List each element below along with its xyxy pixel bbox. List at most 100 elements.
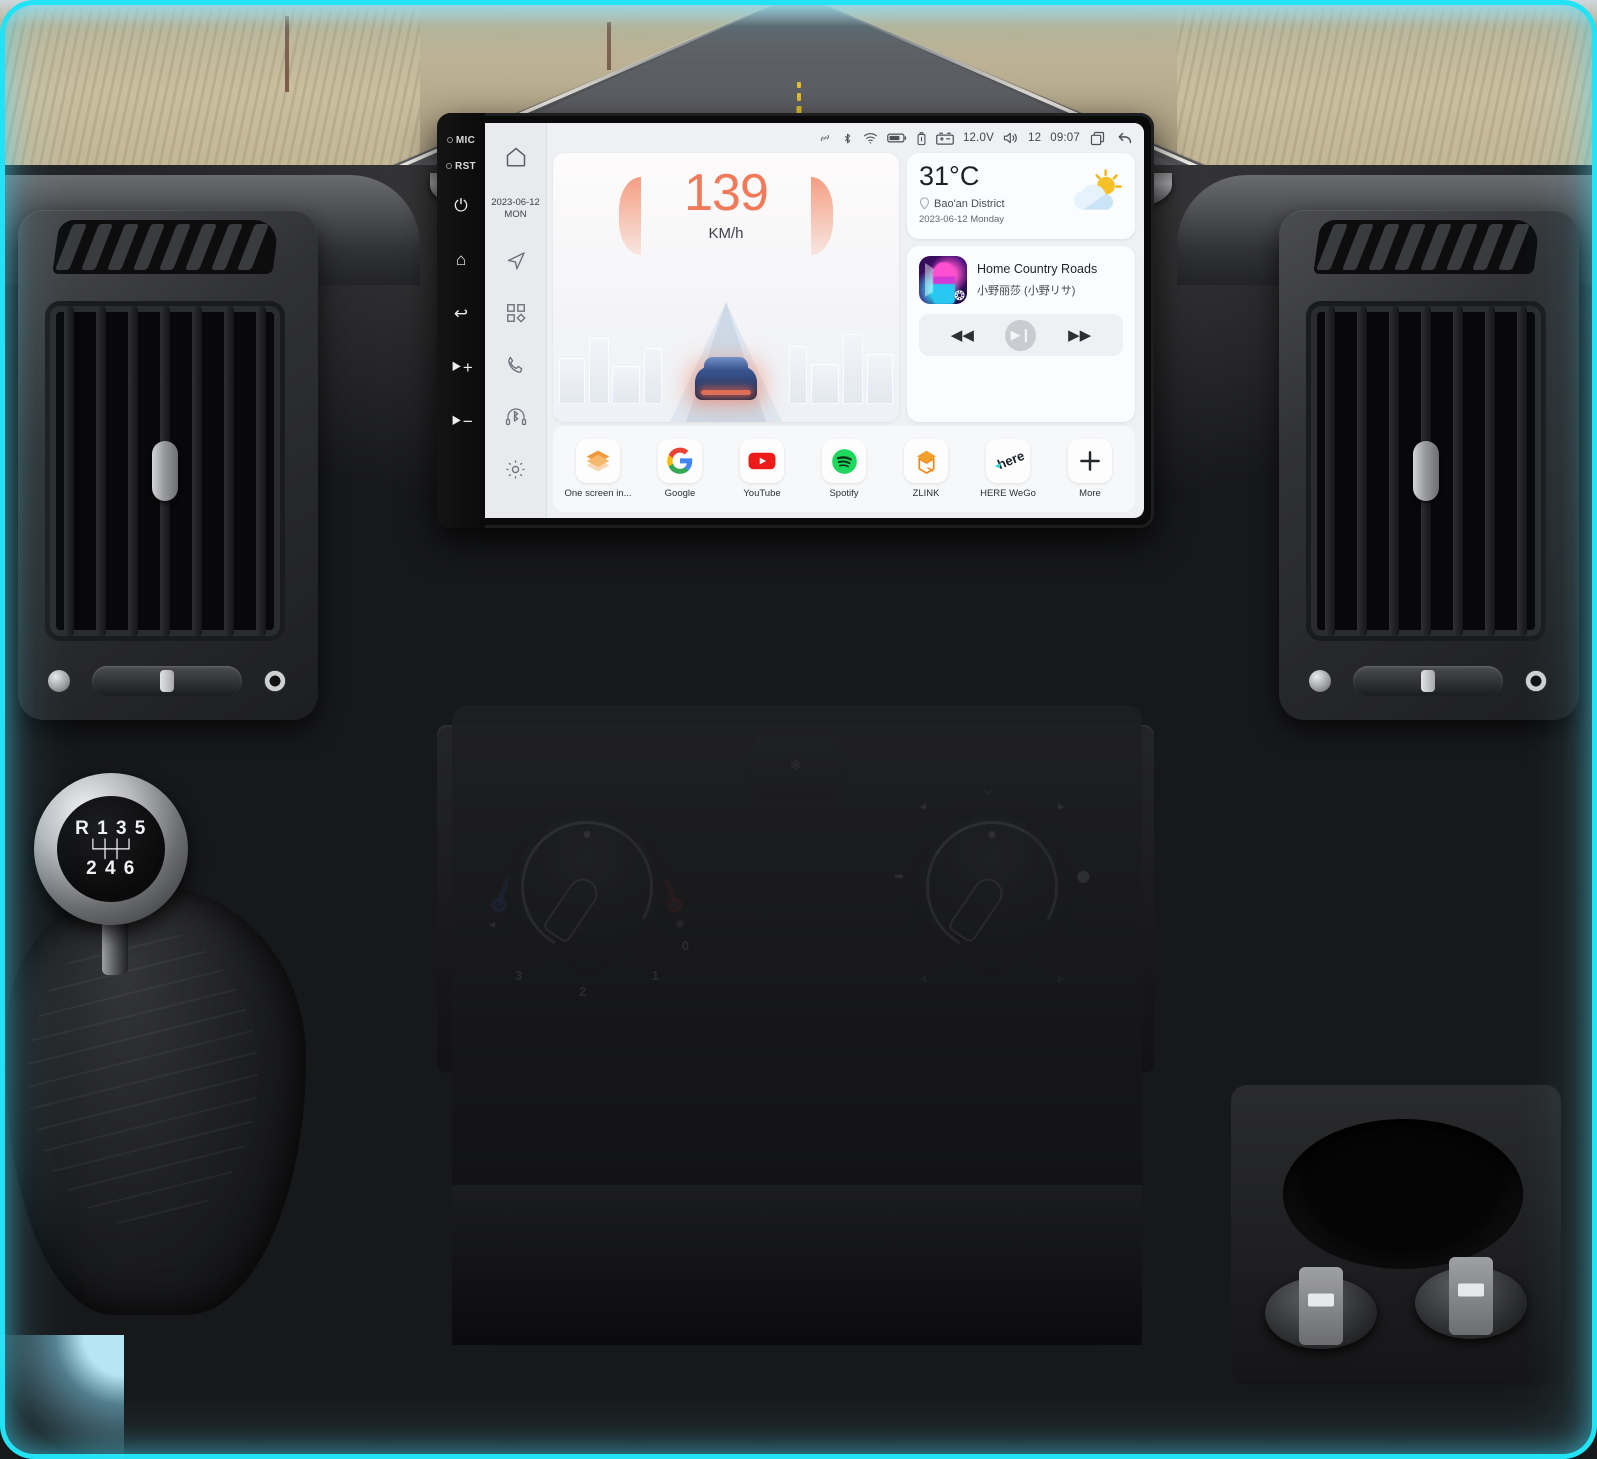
play-pause-button[interactable]: ▶❙ [1005,319,1037,351]
mic-indicator: MIC [447,127,475,153]
now-playing-row: ❂ Home Country Roads 小野丽莎 (小野リサ) [919,256,1123,304]
sidebar-item-phone[interactable] [485,339,546,391]
battery-icon [887,132,907,144]
volume-up-button[interactable]: ⯈+ [437,341,485,395]
power-button[interactable]: ⏻ [437,179,485,233]
app-label: YouTube [743,488,781,499]
sidebar-date-text: 2023-06-12 [491,197,540,209]
here-icon: here [986,439,1030,483]
cup-hole [1283,1119,1523,1269]
center-line-6 [796,93,801,101]
app-youtube[interactable]: YouTube [727,439,797,499]
vent-direction-tab-left[interactable] [152,441,178,501]
building [589,338,609,404]
air-vent-left[interactable] [50,306,280,636]
utility-pole-2 [607,22,611,70]
volume-up-icon: ⯈+ [449,358,473,377]
clock-text: 09:07 [1050,132,1080,144]
gear-bottom-row: 2 4 6 [86,857,136,879]
app-here-wego[interactable]: here HERE WeGo [973,439,1043,499]
reset-button[interactable]: RST [446,153,476,179]
sidebar-date: 2023-06-12 MON [491,183,540,235]
console-knob-right[interactable] [1415,1257,1527,1339]
volume-icon [1003,131,1019,145]
speedometer-widget[interactable]: 139 KM/h [553,153,899,422]
sidebar-weekday-text: MON [504,209,527,220]
bluetooth-source-icon: ❂ [954,288,965,303]
app-spotify[interactable]: Spotify [809,439,879,499]
console-knob-tab-left[interactable] [1299,1267,1343,1345]
app-more[interactable]: More [1055,439,1125,499]
center-console-plate [452,705,1142,1345]
back-icon: ↩ [453,304,469,323]
app-label: ZLINK [912,488,940,499]
speed-unit: KM/h [708,225,744,242]
app-label: Spotify [829,488,859,499]
building [867,354,893,404]
phone-icon [508,356,523,373]
air-vent-right[interactable] [1311,306,1541,636]
screen-content: 12.0V 12 09:07 139 KM/h 31°C Bao'an Dist… [547,123,1144,518]
location-pin-icon [920,197,929,210]
recents-icon[interactable] [1089,130,1106,147]
gear-knob[interactable]: R 1 3 5 └┼┼┘ 2 4 6 [34,773,188,925]
console-knob-left[interactable] [1265,1267,1377,1349]
spotify-icon [822,439,866,483]
building [811,364,839,404]
zlink-diamond-icon [904,439,948,483]
air-vent-pod-right [1279,210,1579,720]
hw-home-button[interactable]: ⌂ [437,233,485,287]
app-label: Google [664,488,696,499]
wifi-icon [863,131,878,145]
layers-icon [576,439,620,483]
car-illustration [695,357,757,400]
console-knob-tab-right[interactable] [1449,1257,1493,1335]
sidebar-home-button[interactable] [485,131,546,183]
sidebar-item-settings[interactable] [485,443,546,495]
bluetooth-headset-icon [505,408,526,426]
link-icon [818,131,832,145]
app-google[interactable]: Google [645,439,715,499]
dashboard-scene: ❄ [0,0,1597,1459]
track-artist: 小野丽莎 (小野リサ) [977,284,1076,297]
weather-widget[interactable]: 31°C Bao'an District 2023-06-12 Monday [907,153,1135,239]
vent-light-left [48,670,70,692]
vent-flow-slider-left[interactable] [92,666,242,696]
vent-flow-slider-right[interactable] [1353,666,1503,696]
app-label: More [1079,488,1101,499]
vent-port-right [1525,670,1547,692]
defroster-grille-left [52,220,280,274]
center-line-7 [796,82,801,88]
google-g-icon [658,439,702,483]
back-arrow-icon[interactable] [1115,129,1134,147]
android-head-unit: MIC RST ⏻ ⌂ ↩ ⯈+ ⯈− 2023-06-12 MON 12.0V… [437,113,1154,528]
sidebar-item-bluetooth-audio[interactable] [485,391,546,443]
svg-text:here: here [995,448,1025,472]
voltage-text: 12.0V [962,132,995,144]
vent-direction-tab-right[interactable] [1413,441,1439,501]
defroster-grille-right [1313,220,1541,274]
sun-behind-cloud-icon [1074,169,1122,210]
app-one-screen[interactable]: One screen in... [563,439,633,499]
weather-location-text: Bao'an District [934,197,1005,210]
app-dock: One screen in... Google YouTube Spotify … [553,426,1135,512]
next-track-button[interactable]: ▶▶ [1068,326,1091,344]
previous-track-button[interactable]: ◀◀ [951,326,974,344]
building [789,346,807,404]
volume-level-text: 12 [1028,132,1042,144]
track-info: Home Country Roads 小野丽莎 (小野リサ) [977,262,1097,298]
console-lower-sill [452,1185,1142,1345]
volume-down-button[interactable]: ⯈− [437,395,485,449]
sidebar-item-apps[interactable] [485,287,546,339]
gear-icon [506,459,525,479]
horizon-haze [0,0,1597,26]
app-zlink[interactable]: ZLINK [891,439,961,499]
volume-down-icon: ⯈− [449,412,473,431]
navigation-arrow-icon [507,252,525,270]
hw-back-button[interactable]: ↩ [437,287,485,341]
music-widget[interactable]: ❂ Home Country Roads 小野丽莎 (小野リサ) ◀◀ ▶❙ ▶… [907,246,1135,422]
air-vent-pod-left [18,210,318,720]
sidebar-item-navigation[interactable] [485,235,546,287]
building [843,334,863,404]
vent-port-left [264,670,286,692]
